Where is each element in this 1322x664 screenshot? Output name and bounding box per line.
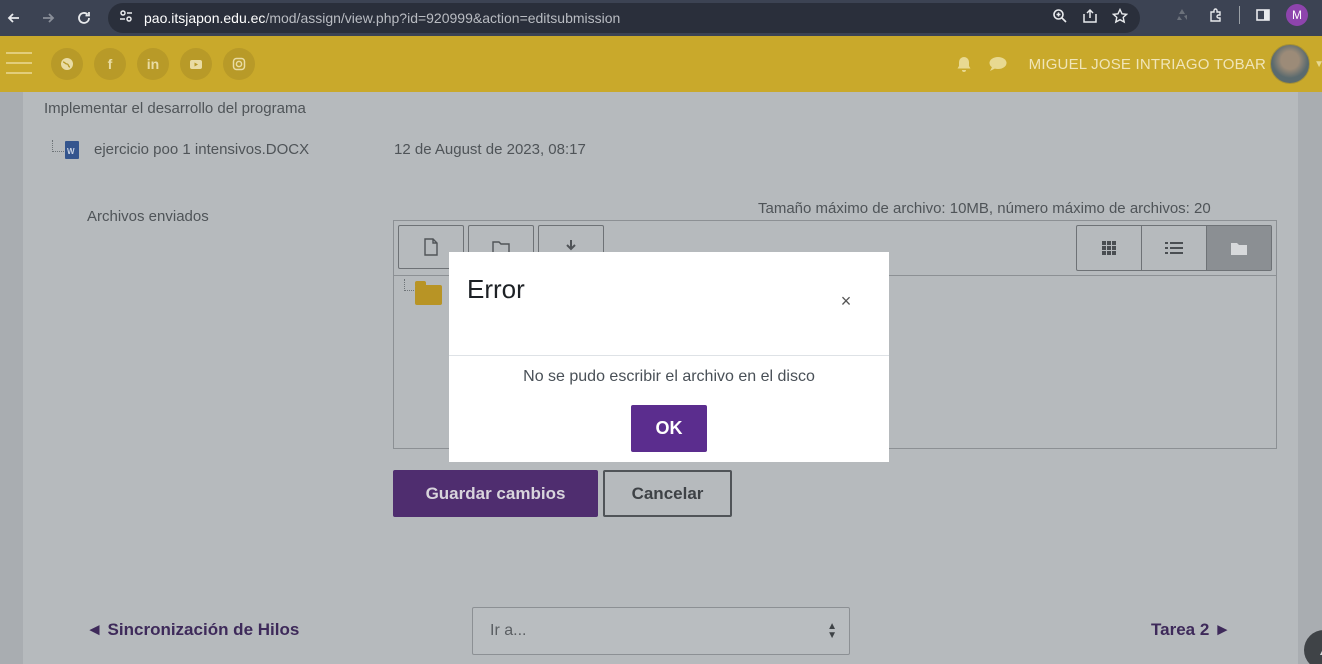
word-document-icon	[65, 141, 79, 159]
social-links: f in	[51, 48, 255, 80]
error-dialog: Error × No se pudo escribir el archivo e…	[449, 252, 889, 462]
youtube-icon[interactable]	[180, 48, 212, 80]
side-panel-icon[interactable]	[1252, 4, 1274, 26]
tree-connector	[52, 140, 64, 152]
browser-toolbar: pao.itsjapon.edu.ec/mod/assign/view.php?…	[0, 0, 1322, 36]
recycle-extension-icon[interactable]	[1171, 4, 1193, 26]
facebook-icon[interactable]: f	[94, 48, 126, 80]
next-activity-link[interactable]: Tarea 2 ►	[1151, 620, 1231, 640]
previous-activity-link[interactable]: ◄ Sincronización de Hilos	[86, 620, 299, 640]
page-margin-left	[0, 92, 23, 664]
cancel-button[interactable]: Cancelar	[603, 470, 732, 517]
site-header: f in MIGUEL JOSE INTRIAGO TOBAR ▼	[0, 36, 1322, 92]
address-bar[interactable]: pao.itsjapon.edu.ec/mod/assign/view.php?…	[108, 3, 1140, 33]
tree-view-folder-icon[interactable]	[1207, 226, 1271, 270]
notifications-bell-icon[interactable]	[951, 51, 977, 77]
dialog-divider	[449, 355, 889, 356]
messages-chat-icon[interactable]	[985, 51, 1011, 77]
jump-to-label: Ir a...	[490, 622, 527, 639]
file-limits-text: Tamaño máximo de archivo: 10MB, número m…	[758, 200, 1211, 217]
select-arrows-icon: ▲ ▼	[827, 621, 837, 641]
tree-connector	[404, 279, 414, 291]
share-icon[interactable]	[1082, 8, 1098, 29]
site-info-icon[interactable]	[118, 8, 134, 29]
save-changes-button[interactable]: Guardar cambios	[393, 470, 598, 517]
bookmark-star-icon[interactable]	[1111, 7, 1129, 29]
globe-icon[interactable]	[51, 48, 83, 80]
dialog-message: No se pudo escribir el archivo en el dis…	[523, 368, 815, 385]
view-mode-toggle	[1076, 225, 1272, 271]
back-icon[interactable]	[0, 4, 28, 32]
submitted-file-link[interactable]: ejercicio poo 1 intensivos.DOCX	[94, 141, 309, 158]
close-icon[interactable]: ×	[839, 291, 853, 311]
url-text: pao.itsjapon.edu.ec/mod/assign/view.php?…	[144, 10, 620, 26]
task-description: Implementar el desarrollo del programa	[44, 100, 306, 117]
extensions-puzzle-icon[interactable]	[1205, 4, 1227, 26]
menu-icon[interactable]	[6, 52, 32, 74]
toolbar-divider	[1239, 6, 1240, 24]
submitted-files-label: Archivos enviados	[87, 208, 209, 225]
profile-avatar[interactable]: M	[1286, 4, 1308, 26]
icon-view-grid-icon[interactable]	[1077, 226, 1142, 270]
ok-button[interactable]: OK	[631, 405, 707, 452]
instagram-icon[interactable]	[223, 48, 255, 80]
user-name[interactable]: MIGUEL JOSE INTRIAGO TOBAR	[1029, 56, 1266, 73]
url-host: pao.itsjapon.edu.ec	[144, 10, 266, 26]
url-path: /mod/assign/view.php?id=920999&action=ed…	[265, 10, 621, 26]
file-timestamp: 12 de August de 2023, 08:17	[394, 141, 586, 158]
dialog-title: Error	[467, 274, 525, 304]
user-menu-caret-icon[interactable]: ▼	[1314, 59, 1322, 70]
folder-icon[interactable]	[415, 281, 442, 305]
zoom-icon[interactable]	[1052, 8, 1068, 29]
jump-to-select[interactable]: Ir a... ▲ ▼	[472, 607, 850, 655]
list-view-icon[interactable]	[1142, 226, 1207, 270]
user-avatar[interactable]	[1270, 44, 1311, 84]
linkedin-icon[interactable]: in	[137, 48, 169, 80]
reload-icon[interactable]	[70, 4, 98, 32]
forward-icon[interactable]	[34, 4, 62, 32]
page-margin-right	[1298, 92, 1322, 664]
